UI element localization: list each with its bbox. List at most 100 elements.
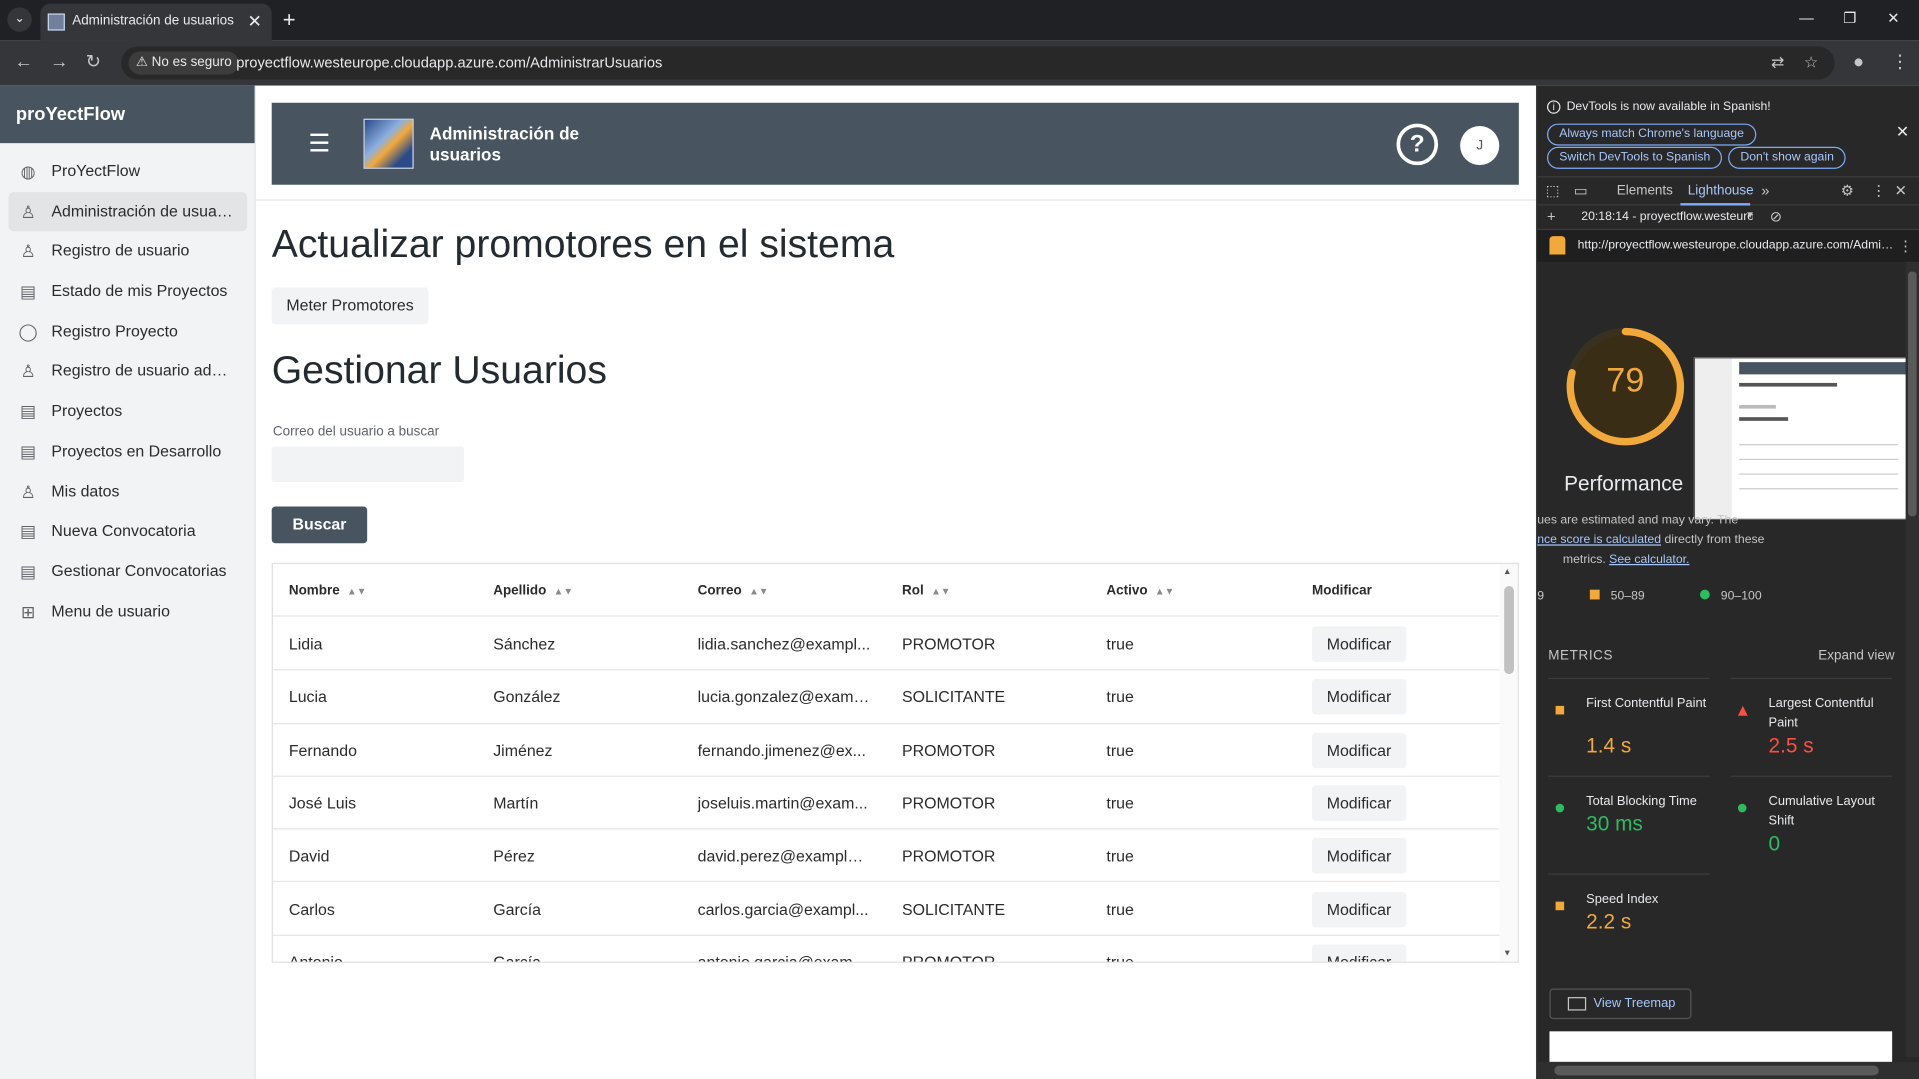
menu-icon[interactable]: ☰	[308, 128, 330, 159]
devtools-scrollbar[interactable]	[1905, 261, 1919, 1058]
thumbnail-line	[1739, 473, 1899, 475]
chrome-menu-icon[interactable]: ⋮	[1891, 51, 1909, 73]
cell-nombre: Lucia	[288, 687, 327, 707]
settings-gear-icon[interactable]: ⚙	[1841, 182, 1854, 199]
average-square-icon	[1555, 705, 1565, 715]
report-url[interactable]: http://proyectflow.westeurope.cloudapp.a…	[1578, 239, 1896, 252]
modificar-button[interactable]: Modificar	[1312, 785, 1406, 821]
scrollbar-thumb[interactable]	[1504, 586, 1514, 675]
scrollbar-thumb[interactable]	[1554, 1065, 1879, 1076]
dropdown-arrow-icon[interactable]: ▼	[1745, 209, 1755, 220]
sidebar-item-label: Proyectos en Desarrollo	[51, 441, 222, 460]
meter-promotores-button[interactable]: Meter Promotores	[271, 287, 429, 325]
sidebar-item-registro-admin[interactable]: ♙ Registro de usuario administrador	[9, 352, 248, 392]
restore-icon[interactable]: ❐	[1843, 10, 1856, 27]
sidebar-item-estado-proyectos[interactable]: ▤ Estado de mis Proyectos	[9, 272, 248, 312]
bookmark-star-icon[interactable]: ☆	[1804, 53, 1818, 73]
sidebar-item-nueva-convocatoria[interactable]: ▤ Nueva Convocatoria	[9, 512, 248, 552]
table-row: Fernando Jiménez fernando.jimenez@ex... …	[272, 724, 1502, 777]
column-header-nombre[interactable]: Nombre ▲▼	[289, 584, 463, 599]
more-tabs-icon[interactable]: »	[1761, 182, 1769, 199]
metric-value: 0	[1768, 831, 1781, 856]
view-treemap-button[interactable]: View Treemap	[1549, 988, 1692, 1020]
modificar-button[interactable]: Modificar	[1312, 838, 1406, 874]
avatar[interactable]: J	[1460, 126, 1500, 166]
cell-activo: true	[1106, 740, 1134, 760]
reload-icon[interactable]: ↻	[86, 51, 101, 73]
match-language-button[interactable]: Always match Chrome's language	[1547, 123, 1757, 146]
sidebar-item-menu-usuario[interactable]: ⊞ Menu de usuario	[9, 592, 248, 632]
sidebar-item-proyectos[interactable]: ▤ Proyectos	[9, 392, 248, 432]
modificar-button[interactable]: Modificar	[1312, 679, 1406, 715]
cell-rol: PROMOTOR	[902, 793, 996, 813]
table-scrollbar[interactable]: ▲ ▼	[1499, 563, 1518, 962]
archive-icon: ▤	[20, 441, 37, 461]
sidebar-item-mis-datos[interactable]: ♙ Mis datos	[9, 472, 248, 512]
profile-icon[interactable]: ●	[1853, 51, 1864, 73]
tab-close-icon[interactable]: ✕	[248, 11, 262, 32]
sidebar-item-administracion[interactable]: ♙ Administración de usuarios	[8, 191, 248, 232]
help-icon[interactable]: ?	[1396, 123, 1439, 166]
minimize-icon[interactable]: —	[1799, 10, 1814, 27]
modificar-button[interactable]: Modificar	[1312, 944, 1406, 962]
scrollbar-thumb[interactable]	[1908, 271, 1917, 517]
column-header-activo[interactable]: Activo ▲▼	[1106, 584, 1280, 599]
treemap-icon	[1567, 997, 1587, 1011]
inspect-icon[interactable]: ⬚	[1546, 182, 1560, 199]
cell-correo: fernando.jimenez@ex...	[697, 740, 866, 760]
scroll-up-icon[interactable]: ▲	[1503, 568, 1511, 577]
good-circle-icon	[1555, 803, 1565, 813]
sidebar-item-gestionar-convocatorias[interactable]: ▤ Gestionar Convocatorias	[9, 552, 248, 592]
sidebar-item-proyectflow[interactable]: ◍ ProYectFlow	[9, 152, 248, 192]
tab-search-icon[interactable]: ⌄	[7, 7, 32, 32]
brand-name[interactable]: proYectFlow	[16, 104, 125, 125]
sidebar-item-registro-proyecto[interactable]: ◯ Registro Proyecto	[9, 312, 248, 352]
security-chip[interactable]: ⚠ No es seguro	[128, 51, 240, 75]
sidebar-item-proyectos-desarrollo[interactable]: ▤ Proyectos en Desarrollo	[9, 432, 248, 472]
address-bar[interactable]: ⚠ No es seguro proyectflow.westeurope.cl…	[121, 46, 1835, 80]
column-header-correo[interactable]: Correo ▲▼	[698, 584, 872, 599]
page-screenshot-thumbnail[interactable]	[1693, 357, 1909, 520]
close-notice-icon[interactable]: ✕	[1896, 122, 1909, 142]
column-header-apellido[interactable]: Apellido ▲▼	[493, 584, 667, 599]
kebab-menu-icon[interactable]: ⋮	[1871, 182, 1886, 199]
thumbnail-line	[1739, 444, 1899, 446]
modificar-button[interactable]: Modificar	[1312, 732, 1406, 768]
url-text[interactable]: proyectflow.westeurope.cloudapp.azure.co…	[236, 54, 662, 71]
score-calculated-link[interactable]: nce score is calculated	[1537, 533, 1661, 546]
tab-lighthouse[interactable]: Lighthouse	[1688, 184, 1754, 199]
clear-icon[interactable]: ⊘	[1770, 208, 1782, 225]
search-button[interactable]: Buscar	[271, 506, 368, 544]
new-report-icon[interactable]: +	[1547, 208, 1556, 225]
devtools-hscrollbar[interactable]	[1537, 1061, 1919, 1079]
poor-triangle-icon	[1737, 705, 1748, 716]
scroll-down-icon[interactable]: ▼	[1503, 949, 1511, 958]
close-devtools-icon[interactable]: ✕	[1895, 182, 1907, 199]
thumbnail-header	[1739, 362, 1907, 375]
window-close-icon[interactable]: ✕	[1887, 10, 1899, 27]
expand-view-toggle[interactable]: Expand view	[1818, 648, 1894, 663]
devtools-tabs: ⬚ ▭ Elements Lighthouse » ⚙ ⋮ ✕	[1537, 176, 1919, 206]
report-selector[interactable]: 20:18:14 - proyectflow.westeurope.clouda…	[1581, 210, 1752, 223]
score-note-line3: metrics. See calculator.	[1562, 552, 1690, 567]
search-input[interactable]	[271, 446, 464, 483]
cell-nombre: Lidia	[288, 634, 323, 654]
modificar-button[interactable]: Modificar	[1312, 891, 1406, 927]
sidebar-item-label: Registro de usuario	[51, 241, 190, 260]
browser-tab[interactable]: Administración de usuarios ✕	[40, 3, 272, 41]
new-tab-icon[interactable]: +	[283, 7, 296, 31]
forward-icon[interactable]: →	[50, 51, 68, 73]
tab-elements[interactable]: Elements	[1617, 184, 1673, 199]
sidebar-item-registro-usuario[interactable]: ♙ Registro de usuario	[9, 232, 248, 272]
dont-show-again-button[interactable]: Don't show again	[1728, 146, 1847, 169]
translate-icon[interactable]: ⇄	[1771, 53, 1784, 73]
device-toggle-icon[interactable]: ▭	[1574, 182, 1588, 199]
column-header-rol[interactable]: Rol ▲▼	[902, 584, 1076, 599]
see-calculator-link[interactable]: See calculator.	[1609, 553, 1689, 566]
switch-language-button[interactable]: Switch DevTools to Spanish	[1547, 146, 1723, 169]
back-icon[interactable]: ←	[15, 51, 33, 73]
modificar-button[interactable]: Modificar	[1312, 626, 1406, 662]
report-menu-icon[interactable]: ⋮	[1898, 237, 1913, 254]
cell-correo: joseluis.martin@exam...	[697, 793, 868, 813]
cell-apellido: Jiménez	[493, 740, 553, 760]
